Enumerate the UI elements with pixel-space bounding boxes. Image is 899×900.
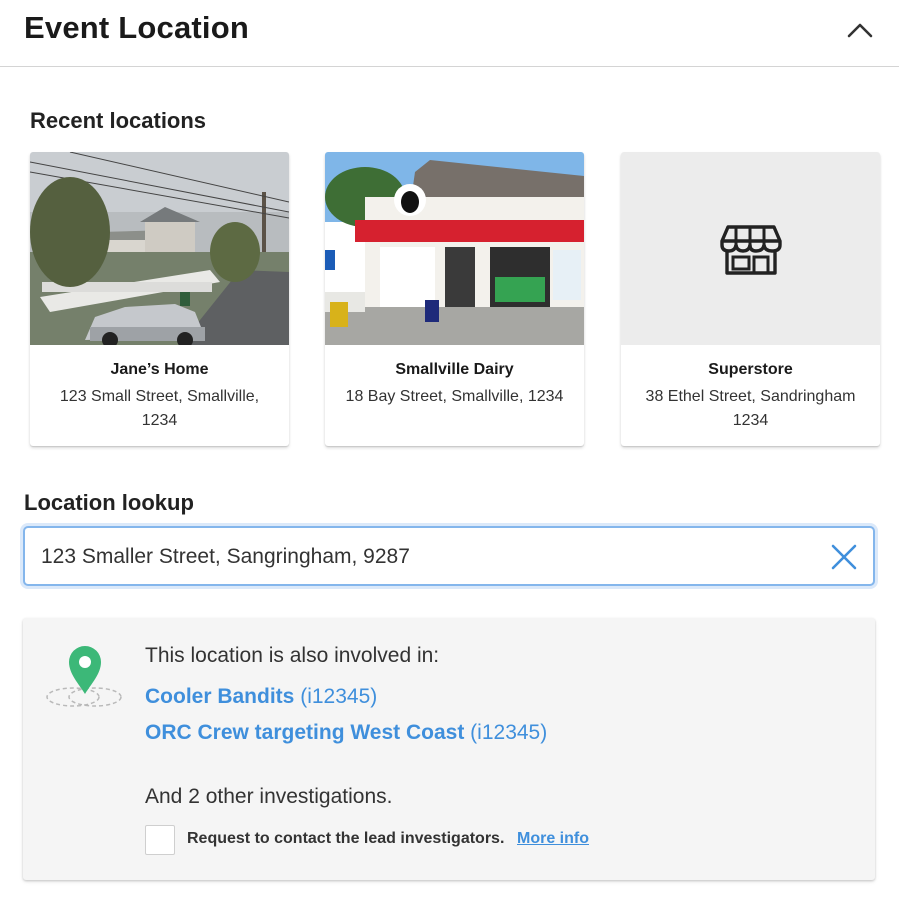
investigation-link[interactable]: Cooler Bandits (i12345) (145, 685, 377, 709)
recent-location-card-superstore[interactable]: Superstore 38 Ethel Street, Sandringham … (621, 152, 880, 446)
location-name: Superstore (708, 361, 793, 378)
recent-location-card-smallville-dairy[interactable]: Smallville Dairy 18 Bay Street, Smallvil… (325, 152, 584, 446)
location-address: 123 Small Street, Smallville, 1234 (59, 388, 260, 429)
chevron-up-icon (847, 23, 873, 38)
investigation-name[interactable]: ORC Crew targeting West Coast (145, 721, 464, 744)
location-photo (325, 152, 584, 345)
request-contact-checkbox[interactable] (145, 825, 175, 855)
recent-locations-heading: Recent locations (30, 108, 207, 133)
location-photo (30, 152, 289, 345)
location-address: 38 Ethel Street, Sandringham 1234 (645, 388, 856, 429)
location-search-input[interactable] (41, 540, 801, 574)
clear-search-button[interactable] (829, 542, 859, 572)
location-placeholder (621, 152, 880, 345)
request-contact-label: Request to contact the lead investigator… (187, 830, 505, 847)
involved-label: This location is also involved in: (145, 644, 440, 667)
close-icon (831, 544, 857, 570)
investigation-id: (i12345) (300, 685, 378, 708)
location-pin-marker (69, 646, 101, 694)
location-search-box (23, 526, 875, 586)
location-pin-icon (46, 646, 122, 707)
collapse-button[interactable] (840, 14, 880, 46)
other-investigations-text: And 2 other investigations. (145, 785, 393, 808)
location-name: Smallville Dairy (395, 361, 514, 378)
section-header: Event Location (0, 0, 899, 67)
store-icon (719, 224, 782, 275)
investigation-id: (i12345) (470, 721, 548, 744)
more-info-link[interactable]: More info (517, 830, 589, 848)
investigation-name[interactable]: Cooler Bandits (145, 685, 294, 708)
investigation-link[interactable]: ORC Crew targeting West Coast (i12345) (145, 721, 547, 745)
location-involvement-panel: This location is also involved in: Coole… (23, 618, 875, 880)
location-lookup-heading: Location lookup (24, 490, 194, 515)
recent-location-card-janes-home[interactable]: Jane’s Home 123 Small Street, Smallville… (30, 152, 289, 446)
location-name: Jane’s Home (110, 361, 209, 378)
page-title: Event Location (24, 10, 249, 45)
location-address: 18 Bay Street, Smallville, 1234 (345, 388, 564, 405)
